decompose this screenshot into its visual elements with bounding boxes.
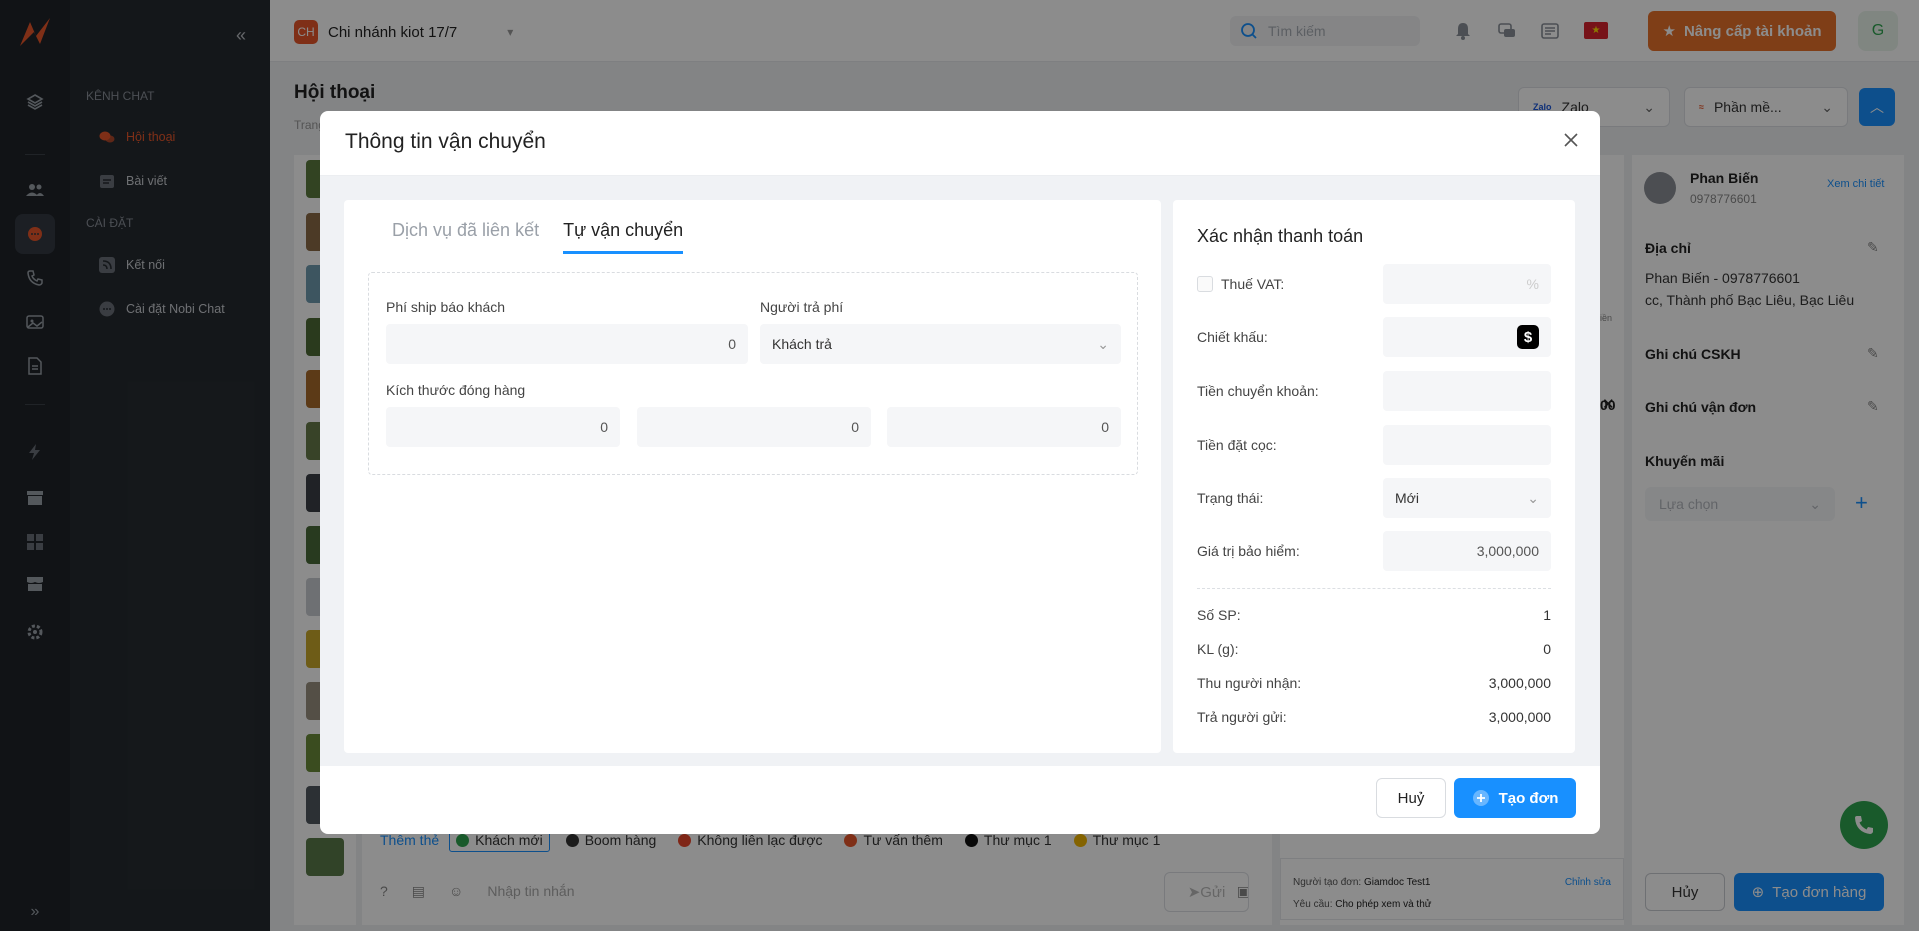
transfer-label: Tiền chuyển khoản: <box>1197 383 1319 399</box>
modal-body: Dịch vụ đã liên kết Tự vận chuyển Phí sh… <box>320 176 1600 766</box>
tab-self-shipping[interactable]: Tự vận chuyển <box>563 220 684 254</box>
modal-title: Thông tin vận chuyển <box>345 130 546 153</box>
package-height-input[interactable]: 0 <box>887 407 1121 447</box>
package-length-input[interactable]: 0 <box>386 407 620 447</box>
package-size-label: Kích thước đóng hàng <box>386 382 526 398</box>
summary-value: 3,000,000 <box>1488 675 1551 691</box>
payment-title: Xác nhận thanh toán <box>1197 226 1364 246</box>
shipping-card: Dịch vụ đã liên kết Tự vận chuyển Phí sh… <box>344 200 1161 753</box>
tab-linked-services[interactable]: Dịch vụ đã liên kết <box>392 220 539 254</box>
discount-label: Chiết khấu: <box>1197 329 1268 345</box>
payer-label: Người trả phí <box>760 299 844 315</box>
discount-input[interactable]: $ <box>1383 317 1551 357</box>
shipping-form: Phí ship báo khách 0 Người trả phí Khách… <box>368 272 1138 475</box>
deposit-input[interactable] <box>1383 425 1551 465</box>
summary-label: Số SP: <box>1197 607 1241 623</box>
summary-label: Thu người nhận: <box>1197 675 1302 691</box>
plus-circle-icon <box>1472 790 1489 806</box>
dollar-icon[interactable]: $ <box>1517 325 1539 349</box>
shipping-tabs: Dịch vụ đã liên kết Tự vận chuyển <box>392 220 684 254</box>
deposit-label: Tiền đặt cọc: <box>1197 437 1277 453</box>
status-label: Trạng thái: <box>1197 490 1264 506</box>
transfer-input[interactable] <box>1383 371 1551 411</box>
cancel-button[interactable]: Huỷ <box>1376 778 1446 818</box>
vat-input[interactable]: % <box>1383 264 1551 304</box>
ship-fee-label: Phí ship báo khách <box>386 299 506 315</box>
summary-label: KL (g): <box>1197 641 1239 657</box>
close-icon[interactable] <box>1562 131 1580 149</box>
summary-value: 3,000,000 <box>1488 709 1551 725</box>
summary-value: 0 <box>1543 641 1551 657</box>
chevron-down-icon: ⌄ <box>1527 489 1539 506</box>
insurance-input[interactable]: 3,000,000 <box>1383 531 1551 571</box>
package-width-input[interactable]: 0 <box>637 407 871 447</box>
chevron-down-icon: ⌄ <box>1097 335 1109 352</box>
insurance-label: Giá trị bảo hiểm: <box>1197 543 1300 559</box>
status-select[interactable]: Mới ⌄ <box>1383 478 1551 518</box>
vat-label: Thuế VAT: <box>1221 276 1285 292</box>
payment-card: Xác nhận thanh toán Thuế VAT: % Chiết kh… <box>1173 200 1575 753</box>
shipping-info-modal: Thông tin vận chuyển Dịch vụ đã liên kết… <box>320 111 1600 834</box>
vat-checkbox[interactable] <box>1197 276 1213 292</box>
ship-fee-input[interactable]: 0 <box>386 324 748 364</box>
create-shipment-button[interactable]: Tạo đơn <box>1454 778 1576 818</box>
summary-label: Trả người gửi: <box>1197 709 1287 725</box>
summary-value: 1 <box>1543 607 1551 623</box>
payer-select[interactable]: Khách trả ⌄ <box>760 324 1121 364</box>
